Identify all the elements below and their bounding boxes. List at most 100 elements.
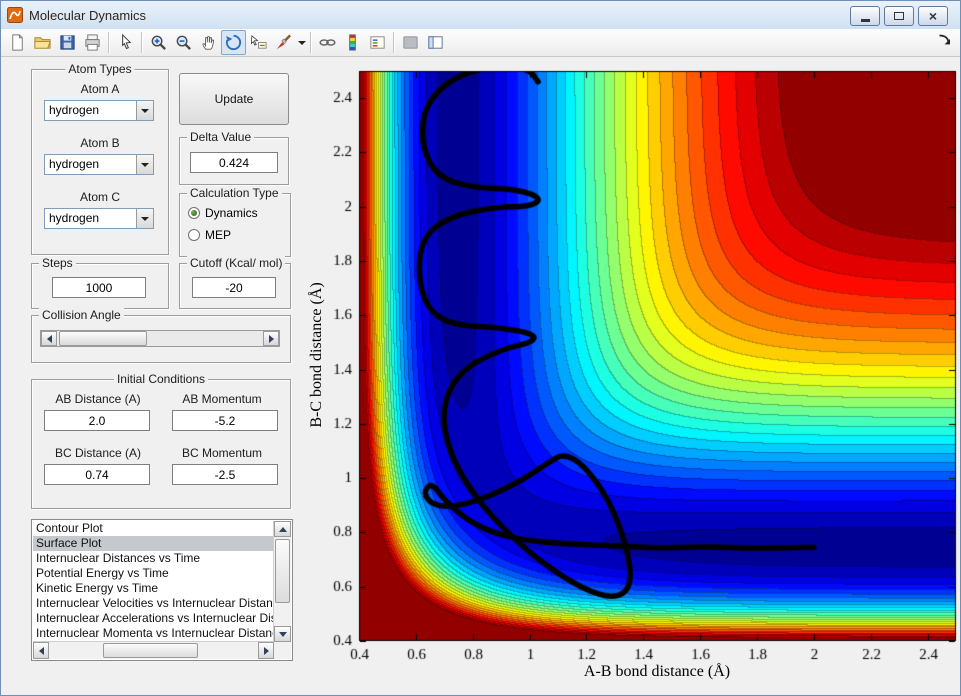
- slider-right-arrow-button[interactable]: [263, 331, 279, 346]
- atom-types-title: Atom Types: [65, 62, 134, 76]
- radio-dynamics[interactable]: Dynamics: [188, 206, 258, 220]
- delta-value-panel: Delta Value: [179, 137, 289, 185]
- toolbar-separator: [141, 32, 143, 53]
- list-item[interactable]: Kinetic Energy vs Time: [33, 581, 274, 596]
- arrow-up-icon: [279, 527, 287, 532]
- radio-circle-icon: [188, 229, 200, 241]
- toolbar-separator: [108, 32, 110, 53]
- bc-momentum-label: BC Momentum: [164, 446, 280, 460]
- arrow-right-icon: [269, 335, 274, 343]
- list-item[interactable]: Surface Plot: [33, 536, 274, 551]
- toolbar-separator: [310, 32, 312, 53]
- open-file-button[interactable]: [30, 30, 55, 55]
- minimize-button[interactable]: [850, 6, 880, 26]
- close-button[interactable]: [918, 6, 948, 26]
- atom-b-dropdown[interactable]: hydrogen: [44, 154, 154, 175]
- list-item[interactable]: Internuclear Velocities vs Internuclear …: [33, 596, 274, 611]
- link-plot-button[interactable]: [315, 30, 340, 55]
- vertical-scroll-thumb[interactable]: [275, 539, 290, 603]
- atom-c-dropdown[interactable]: hydrogen: [44, 208, 154, 229]
- zoom-in-button[interactable]: [146, 30, 171, 55]
- brush-button[interactable]: [271, 30, 296, 55]
- new-figure-button[interactable]: [5, 30, 30, 55]
- save-figure-button[interactable]: [55, 30, 80, 55]
- calculation-type-title: Calculation Type: [187, 186, 282, 200]
- atom-c-label: Atom C: [32, 190, 168, 204]
- arrow-left-icon: [39, 647, 44, 655]
- toolbar-separator: [393, 32, 395, 53]
- edit-plot-button[interactable]: [113, 30, 138, 55]
- y-axis-label: B-C bond distance (Å): [308, 255, 326, 455]
- brush-icon: [274, 33, 293, 52]
- list-item[interactable]: Internuclear Accelerations vs Internucle…: [33, 611, 274, 626]
- scroll-right-button[interactable]: [258, 642, 274, 659]
- zoom-out-icon: [174, 33, 193, 52]
- chevron-down-icon: [141, 217, 149, 221]
- atom-a-dropdown[interactable]: hydrogen: [44, 100, 154, 121]
- collision-angle-slider[interactable]: [40, 330, 280, 347]
- ab-momentum-label: AB Momentum: [164, 392, 280, 406]
- figure-toolbar: [1, 29, 960, 57]
- radio-mep-label: MEP: [205, 228, 231, 242]
- delta-value-input[interactable]: [190, 152, 278, 173]
- edit-plot-arrow-icon: [116, 33, 135, 52]
- bc-distance-input[interactable]: [44, 464, 150, 485]
- app-icon: [7, 7, 23, 23]
- list-item[interactable]: Potential Energy vs Time: [33, 566, 274, 581]
- steps-input[interactable]: [52, 277, 146, 298]
- scroll-left-button[interactable]: [33, 642, 49, 659]
- dropdown-arrow-button[interactable]: [136, 155, 153, 174]
- horizontal-scrollbar[interactable]: [33, 641, 274, 659]
- print-figure-icon: [83, 33, 102, 52]
- hide-plot-tools-button[interactable]: [398, 30, 423, 55]
- arrow-right-icon: [264, 647, 269, 655]
- ab-momentum-input[interactable]: [172, 410, 278, 431]
- cutoff-panel: Cutoff (Kcal/ mol): [179, 263, 291, 309]
- insert-legend-button[interactable]: [365, 30, 390, 55]
- insert-colorbar-button[interactable]: [340, 30, 365, 55]
- rotate-3d-button[interactable]: [221, 30, 246, 55]
- potential-energy-surface-plot[interactable]: [301, 61, 961, 696]
- show-plot-tools-icon: [426, 33, 445, 52]
- data-cursor-button[interactable]: [246, 30, 271, 55]
- chevron-down-icon: [141, 163, 149, 167]
- brush-dropdown-button[interactable]: [296, 31, 307, 54]
- scrollbar-corner: [274, 642, 291, 659]
- list-item[interactable]: Internuclear Momenta vs Internuclear Dis…: [33, 626, 274, 641]
- arrow-down-icon: [279, 632, 287, 637]
- ab-distance-input[interactable]: [44, 410, 150, 431]
- slider-thumb[interactable]: [59, 331, 147, 346]
- update-button[interactable]: Update: [179, 73, 289, 125]
- bc-momentum-input[interactable]: [172, 464, 278, 485]
- scroll-down-button[interactable]: [274, 626, 291, 642]
- list-item[interactable]: Internuclear Distances vs Time: [33, 551, 274, 566]
- brush-dropdown-arrow-icon: [298, 41, 306, 45]
- show-plot-tools-button[interactable]: [423, 30, 448, 55]
- horizontal-scroll-thumb[interactable]: [103, 643, 198, 658]
- new-figure-icon: [8, 33, 27, 52]
- print-figure-button[interactable]: [80, 30, 105, 55]
- dropdown-arrow-button[interactable]: [136, 209, 153, 228]
- dock-figure-icon[interactable]: [936, 32, 954, 50]
- cutoff-input[interactable]: [192, 277, 276, 298]
- radio-mep[interactable]: MEP: [188, 228, 231, 242]
- cutoff-title: Cutoff (Kcal/ mol): [187, 256, 285, 270]
- data-cursor-icon: [249, 33, 268, 52]
- plot-type-listbox[interactable]: Contour PlotSurface PlotInternuclear Dis…: [31, 519, 293, 661]
- calculation-type-panel: Calculation Type Dynamics MEP: [179, 193, 291, 257]
- zoom-out-button[interactable]: [171, 30, 196, 55]
- atom-b-label: Atom B: [32, 136, 168, 150]
- dropdown-arrow-button[interactable]: [136, 101, 153, 120]
- pan-button[interactable]: [196, 30, 221, 55]
- vertical-scrollbar[interactable]: [273, 521, 291, 642]
- save-figure-icon: [58, 33, 77, 52]
- window-title: Molecular Dynamics: [29, 8, 146, 23]
- slider-left-arrow-button[interactable]: [41, 331, 57, 346]
- radio-dynamics-label: Dynamics: [205, 206, 258, 220]
- scroll-up-button[interactable]: [274, 521, 291, 537]
- title-bar[interactable]: Molecular Dynamics: [1, 1, 960, 30]
- list-item[interactable]: Contour Plot: [33, 521, 274, 536]
- atom-b-value: hydrogen: [49, 157, 99, 171]
- maximize-button[interactable]: [884, 6, 914, 26]
- steps-panel: Steps: [31, 263, 169, 309]
